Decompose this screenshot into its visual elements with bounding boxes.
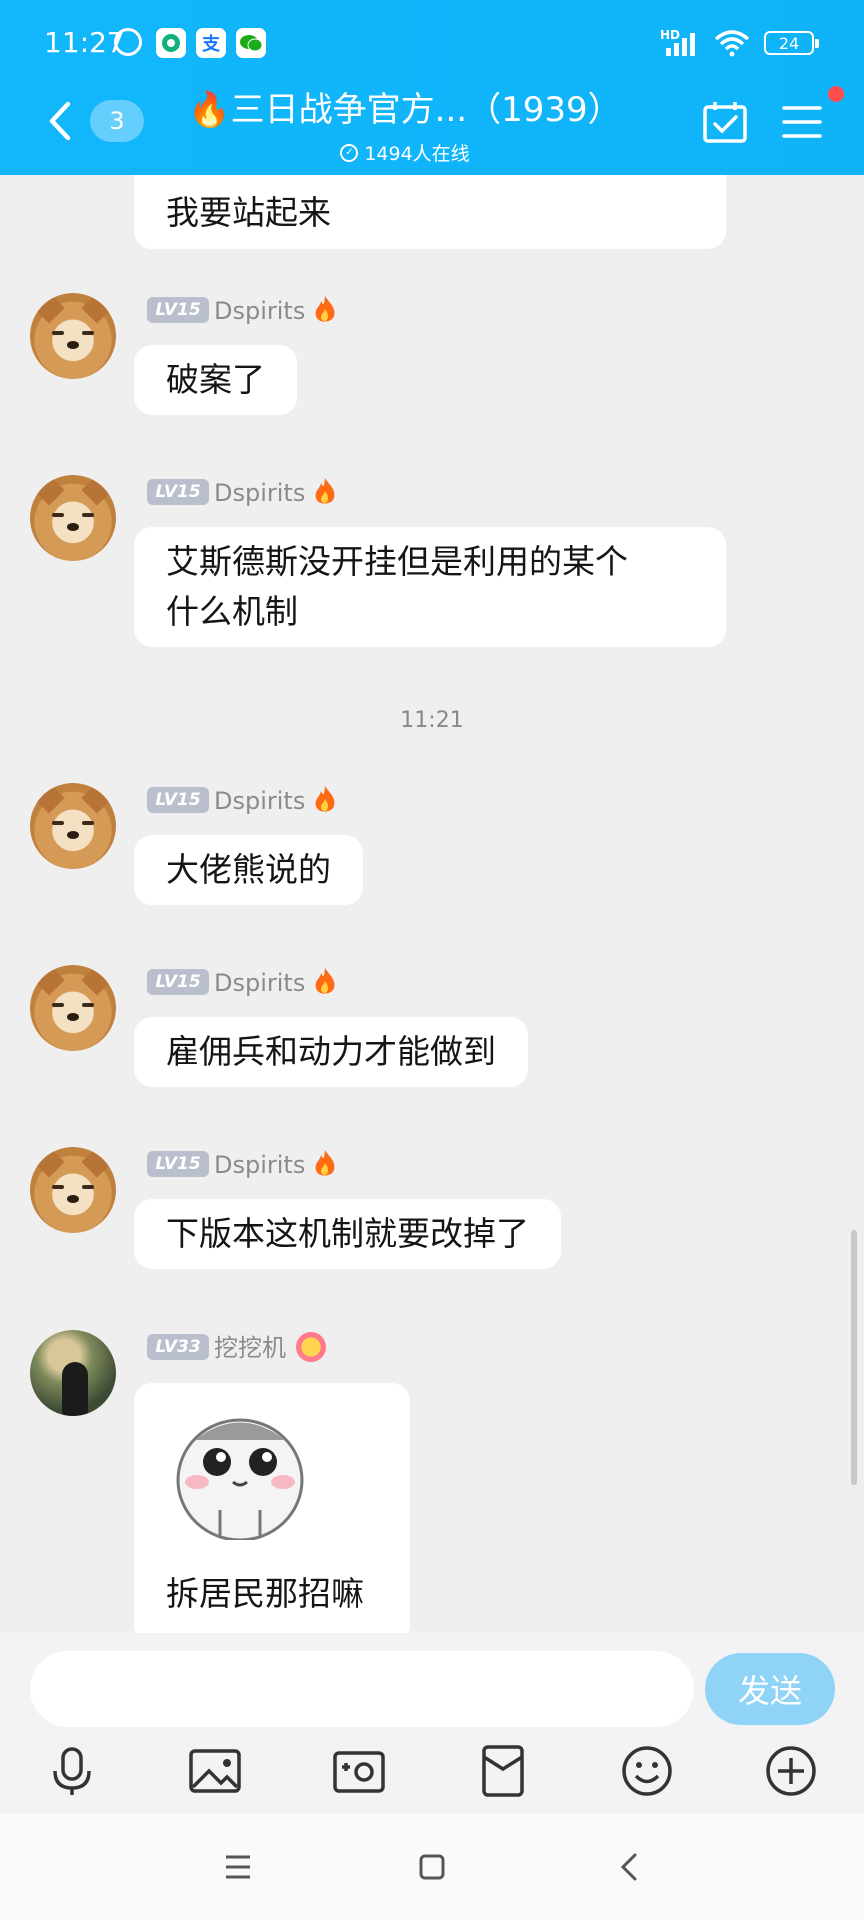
wechat-icon [236,28,266,58]
online-status: ✓ 1494人在线 [170,139,640,166]
back-chevron-icon[interactable] [40,98,80,144]
fire-icon [315,1150,335,1176]
microphone-icon[interactable] [44,1743,100,1799]
fire-icon [315,786,335,812]
group-title: 🔥三日战争官方...（1939） [188,90,622,130]
message-bubble[interactable]: 下版本这机制就要改掉了 [134,1199,561,1269]
smile-medal-icon [296,1332,326,1362]
message-text: 下版本这机制就要改掉了 [166,1214,529,1253]
avatar[interactable] [30,965,116,1051]
timestamp: 11:21 [400,708,464,733]
unread-count-badge[interactable]: 3 [90,100,144,142]
alarm-icon [114,28,142,56]
plus-more-icon[interactable] [763,1743,819,1799]
status-time: 11:27 [44,26,125,59]
fire-icon [315,968,335,994]
message-bubble[interactable]: 破案了 [134,345,297,415]
level-badge: LV15 [147,297,209,323]
online-count: 1494人在线 [364,143,470,165]
back-icon[interactable] [608,1845,652,1889]
avatar[interactable] [30,1147,116,1233]
emoji-icon[interactable] [619,1743,675,1799]
fire-icon [315,478,335,504]
avatar[interactable] [30,293,116,379]
message-text: 破案了 [166,360,265,399]
level-badge: LV15 [147,787,209,813]
hamburger-menu-icon[interactable] [780,102,824,142]
red-packet-icon[interactable] [475,1743,531,1799]
sender-name[interactable]: Dspirits [214,1151,305,1179]
sender-name[interactable]: 挖挖机 [214,1334,286,1362]
sender-name[interactable]: Dspirits [214,787,305,815]
signal-icon: HD [660,28,700,58]
message-text-line: 艾斯德斯没开挂但是利用的某个 [166,542,628,581]
send-button[interactable]: 发送 [705,1653,835,1725]
message-text: 雇佣兵和动力才能做到 [166,1032,496,1071]
level-badge: LV15 [147,969,209,995]
message-bubble[interactable]: 大佬熊说的 [134,835,363,905]
status-right-icons: HD 24 [660,28,819,58]
sender-name[interactable]: Dspirits [214,969,305,997]
wifi-icon [714,30,750,57]
home-icon[interactable] [410,1845,454,1889]
status-bar: 11:27 支 HD 24 [0,0,864,85]
alipay-icon: 支 [196,28,226,58]
battery-icon: 24 [764,31,819,55]
message-text: 我要站起来 [166,193,331,232]
level-badge: LV15 [147,479,209,505]
composer-bar: 发送 [0,1633,864,1813]
check-circle-icon: ✓ [340,143,359,162]
message-text-line: 什么机制 [166,592,298,631]
fire-icon [315,296,335,322]
battery-level: 24 [778,33,800,53]
app-notification-icon [156,28,186,58]
message-text: 拆居民那招嘛 [166,1574,364,1613]
avatar[interactable] [30,1330,116,1416]
sender-name[interactable]: Dspirits [214,297,305,325]
level-badge: LV33 [147,1334,209,1360]
message-list[interactable]: 我要站起来 LV15 Dspirits 破案了 LV15 Dspirits 艾斯… [0,175,864,1633]
chat-header: 11:27 支 HD 24 3 🔥三日战争官方...（1939） ✓ 1494人… [0,0,864,175]
system-navigation-bar [0,1813,864,1920]
notification-dot [828,86,844,102]
level-badge: LV15 [147,1151,209,1177]
scrollbar[interactable] [851,1230,857,1485]
message-bubble[interactable]: 艾斯德斯没开挂但是利用的某个 什么机制 [134,527,726,647]
calendar-check-icon[interactable] [702,100,748,144]
avatar[interactable] [30,475,116,561]
hamster-sticker-image[interactable] [165,1400,315,1540]
image-picker-icon[interactable] [187,1743,243,1799]
message-input[interactable] [30,1651,694,1727]
message-bubble[interactable]: 我要站起来 [134,175,726,249]
message-text: 大佬熊说的 [166,850,331,889]
camera-icon[interactable] [331,1743,387,1799]
sender-name[interactable]: Dspirits [214,479,305,507]
avatar[interactable] [30,783,116,869]
recent-apps-icon[interactable] [216,1845,260,1889]
message-bubble[interactable]: 雇佣兵和动力才能做到 [134,1017,528,1087]
chat-title-area[interactable]: 🔥三日战争官方...（1939） ✓ 1494人在线 [170,82,640,166]
